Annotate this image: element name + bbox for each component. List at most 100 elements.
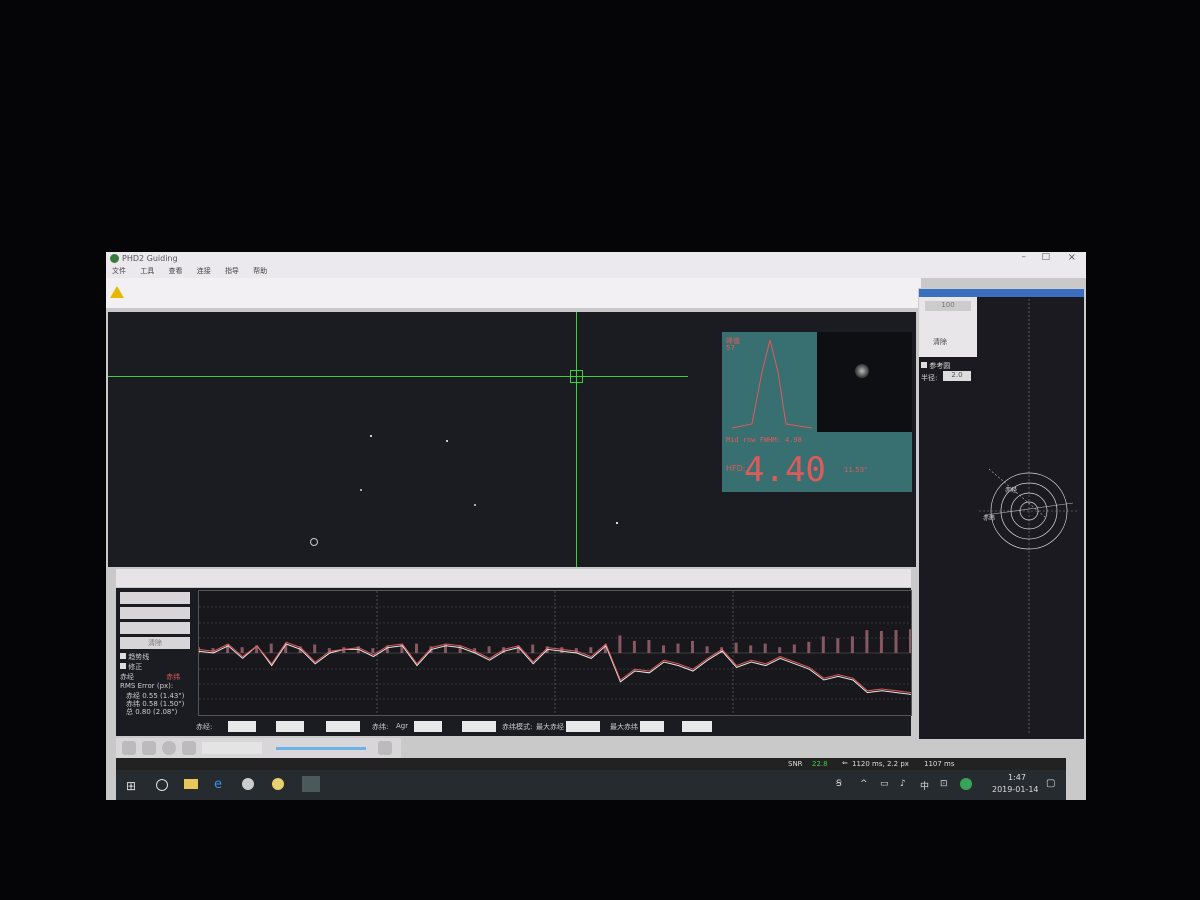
hfd-label: HFD: [726, 464, 746, 473]
ra-hyst-input[interactable] [276, 721, 304, 732]
exposure-select[interactable] [202, 742, 262, 754]
people-icon[interactable]: Ꞩ [836, 779, 842, 789]
input-icon[interactable]: ⊡ [940, 779, 948, 789]
correction-bar [807, 641, 811, 653]
x-axis-dropdown[interactable] [120, 592, 190, 604]
star [616, 522, 618, 524]
brain-icon[interactable] [378, 741, 392, 755]
target-dec-label: 赤纬 [983, 515, 996, 522]
ra-agg-input[interactable] [228, 721, 256, 732]
correction-bar [792, 644, 796, 653]
correction-bar [691, 640, 694, 653]
correction-bar [734, 642, 738, 653]
menu-bar: 文件 工具 查看 连接 指导 帮助 [106, 266, 1086, 278]
menu-guide[interactable]: 指导 [225, 266, 239, 276]
maximize-icon[interactable]: □ [1041, 252, 1050, 262]
menu-tools[interactable]: 工具 [140, 266, 154, 276]
legend-dec: 赤纬 [166, 673, 181, 681]
correction-bar [618, 635, 622, 653]
correction-bar [647, 640, 651, 653]
network-icon[interactable]: ▭ [880, 779, 889, 789]
cortana-icon[interactable] [156, 779, 168, 791]
correction-bar [313, 644, 317, 653]
correction-checkbox[interactable]: 修正 [120, 662, 142, 672]
stop-icon[interactable] [162, 741, 176, 755]
max-ra-label: 最大赤经 [536, 723, 564, 731]
correction-bar [240, 647, 244, 653]
minimize-icon[interactable]: – [1022, 252, 1027, 262]
target-plot [979, 299, 1079, 734]
y-axis-dropdown[interactable] [120, 607, 190, 619]
trendline-label: 趋势线 [128, 653, 150, 661]
correction-bar [487, 646, 491, 653]
status-bar: SNR 22.8 ⇐ 1120 ms, 2.2 px 1107 ms [116, 758, 1066, 770]
gamma-slider[interactable] [276, 747, 366, 750]
correction-bar [763, 643, 767, 653]
menu-view[interactable]: 查看 [168, 266, 182, 276]
dec-mode-select[interactable] [682, 721, 712, 732]
correction-bar [458, 645, 462, 653]
menu-connect[interactable]: 连接 [197, 266, 211, 276]
menu-help[interactable]: 帮助 [253, 266, 267, 276]
legend: 赤经 赤纬 [120, 672, 180, 682]
warning-icon [110, 286, 124, 298]
correction-bar [894, 630, 898, 653]
correction-bar [632, 640, 636, 653]
info-strip [116, 569, 911, 587]
notification-icon[interactable]: ▢ [1046, 778, 1055, 789]
guide-icon[interactable] [142, 741, 156, 755]
correction-bar [749, 645, 753, 653]
ime-icon[interactable]: 中 [920, 779, 929, 792]
loop-icon[interactable] [122, 741, 136, 755]
close-icon[interactable]: × [1068, 252, 1076, 263]
arrow-icon: ⇐ [842, 759, 848, 767]
guide-graph [198, 590, 912, 716]
settings-dropdown[interactable] [120, 622, 190, 634]
snr-value: 22.8 [812, 760, 828, 768]
guide-line-vertical [576, 312, 577, 567]
clock-time: 1:47 [1008, 773, 1026, 782]
correction-bar [371, 648, 375, 653]
correction-bar [589, 647, 593, 653]
star-profile-graph [731, 339, 813, 429]
phd2-taskbar-icon[interactable] [302, 776, 320, 792]
max-dec-input[interactable] [640, 721, 664, 732]
exposure-status: 1120 ms, 2.2 px [852, 760, 909, 768]
chevron-up-icon[interactable]: ^ [860, 779, 868, 789]
guide-star-box [570, 370, 583, 383]
star-thumbnail [817, 332, 912, 432]
fwhm-label: Mid row FWHM: 4.98 [726, 436, 802, 444]
target-panel: 100 清除 参考圆 半径: 2.0 赤经 赤纬 [918, 288, 1085, 740]
max-ra-input[interactable] [566, 721, 600, 732]
trendline-checkbox[interactable]: 趋势线 [120, 652, 149, 662]
ra-param-label: 赤经: [196, 723, 213, 731]
edge-icon[interactable]: e [214, 777, 222, 792]
explorer-icon[interactable] [184, 779, 198, 789]
dec-agr-input[interactable] [414, 721, 442, 732]
clock-date: 2019-01-14 [992, 785, 1039, 794]
tray-app-icon[interactable] [960, 778, 972, 790]
taskbar: ⊞ e Ꞩ ^ ▭ ♪ 中 ⊡ 1:47 2019-01-14 ▢ [116, 770, 1066, 800]
star [446, 440, 448, 442]
app-icon-2[interactable] [272, 778, 284, 790]
clear-button[interactable]: 清除 [120, 637, 190, 649]
correction-label: 修正 [128, 663, 143, 671]
legend-ra: 赤经 [120, 673, 134, 681]
ra-minmo-input[interactable] [326, 721, 360, 732]
title-bar: PHD2 Guiding × □ – [106, 252, 1086, 266]
volume-icon[interactable]: ♪ [900, 779, 906, 789]
snr-label: SNR [788, 760, 803, 768]
guide-line-horizontal [108, 376, 688, 377]
windows-start-icon[interactable]: ⊞ [126, 779, 136, 793]
correction-bar [836, 638, 840, 653]
star-profile-panel: 峰值 57 Mid row FWHM: 4.98 HFD: 4.40 11.53… [722, 332, 912, 492]
correction-bar [865, 630, 869, 653]
guide-graph-panel: 清除 趋势线 修正 赤经 赤纬 RMS Error (px): 赤经 0.55 … [116, 588, 912, 716]
menu-file[interactable]: 文件 [112, 266, 126, 276]
frame-status: 1107 ms [924, 760, 955, 768]
dec-minmo-input[interactable] [462, 721, 496, 732]
guide-mode-label: 赤纬模式: [502, 723, 533, 731]
app-icon-1[interactable] [242, 778, 254, 790]
camera-icon[interactable] [182, 741, 196, 755]
hfd-value: 4.40 [744, 450, 826, 490]
